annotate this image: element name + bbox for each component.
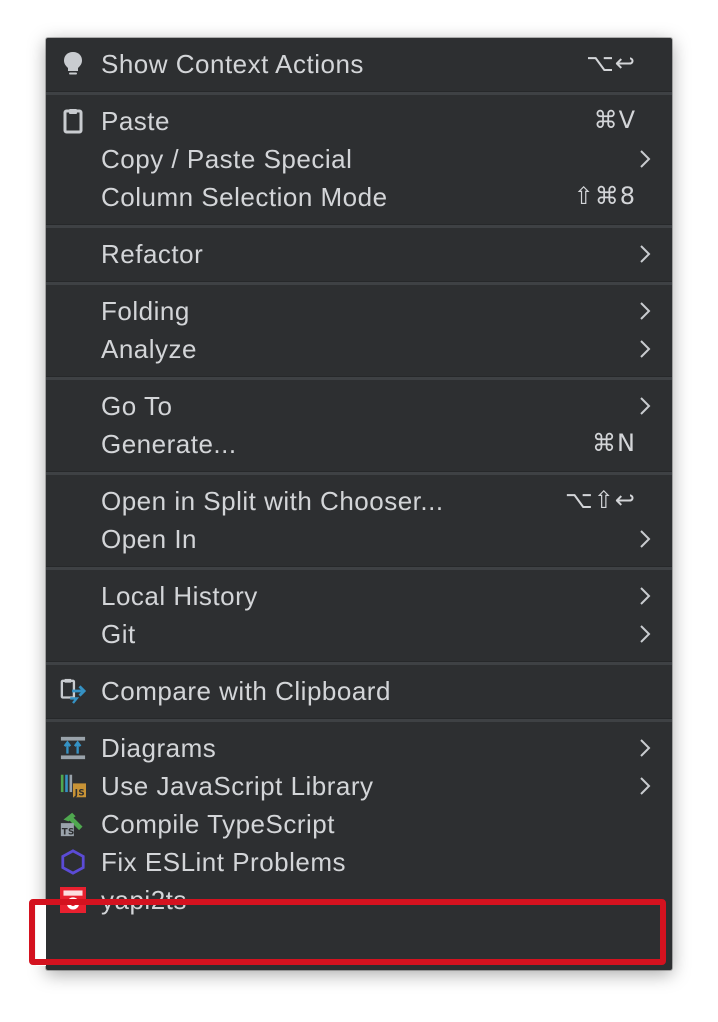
svg-text:JS: JS: [74, 789, 85, 799]
menu-item-label: Copy / Paste Special: [101, 144, 353, 174]
chevron-right-icon: [640, 340, 651, 358]
menu-section-history: Local History Git: [46, 570, 672, 661]
menu-item-label: Analyze: [101, 334, 197, 364]
menu-item-label: yapi2ts: [101, 885, 187, 915]
shortcut-label: ⌘V: [593, 106, 636, 134]
lightbulb-icon: [60, 51, 86, 77]
menu-item-label: Paste: [101, 106, 170, 136]
menu-item-generate[interactable]: Generate... ⌘N: [46, 425, 672, 463]
menu-item-label: Compile TypeScript: [101, 809, 335, 839]
shortcut-label: ⌥↩: [586, 49, 636, 77]
menu-item-refactor[interactable]: Refactor: [46, 235, 672, 273]
menu-item-folding[interactable]: Folding: [46, 292, 672, 330]
chevron-right-icon: [640, 150, 651, 168]
shortcut-label: ⇧⌘8: [573, 182, 636, 210]
menu-item-label: Open in Split with Chooser...: [101, 486, 444, 516]
menu-item-label: Refactor: [101, 239, 204, 269]
menu-item-label: Compare with Clipboard: [101, 676, 391, 706]
menu-item-open-in[interactable]: Open In: [46, 520, 672, 558]
menu-item-fix-eslint-problems[interactable]: Fix ESLint Problems: [46, 843, 672, 881]
menu-item-yapi2ts[interactable]: yapi2ts: [46, 881, 672, 919]
menu-item-label: Open In: [101, 524, 198, 554]
menu-section-goto: Go To Generate... ⌘N: [46, 380, 672, 471]
menu-item-label: Generate...: [101, 429, 237, 459]
eslint-icon: [60, 849, 86, 875]
menu-item-local-history[interactable]: Local History: [46, 577, 672, 615]
menu-section-folding: Folding Analyze: [46, 285, 672, 376]
diagram-icon: [60, 735, 86, 761]
menu-section-context: Show Context Actions ⌥↩: [46, 38, 672, 91]
chevron-right-icon: [640, 739, 651, 757]
svg-text:TS: TS: [62, 827, 75, 837]
chevron-right-icon: [640, 397, 651, 415]
menu-item-label: Folding: [101, 296, 190, 326]
shortcut-label: ⌥⇧↩: [565, 486, 636, 514]
clipboard-icon: [60, 108, 86, 134]
menu-section-plugins: Diagrams JS Use JavaScript Library TS Co…: [46, 722, 672, 919]
chevron-right-icon: [640, 587, 651, 605]
menu-item-analyze[interactable]: Analyze: [46, 330, 672, 368]
chevron-right-icon: [640, 625, 651, 643]
shortcut-label: ⌘N: [592, 429, 636, 457]
yapi-icon: [60, 887, 86, 913]
context-menu: Show Context Actions ⌥↩ Paste ⌘V Copy / …: [46, 38, 672, 970]
menu-item-label: Use JavaScript Library: [101, 771, 374, 801]
menu-section-open: Open in Split with Chooser... ⌥⇧↩ Open I…: [46, 475, 672, 566]
menu-item-open-in-split[interactable]: Open in Split with Chooser... ⌥⇧↩: [46, 482, 672, 520]
menu-item-label: Show Context Actions: [101, 49, 364, 79]
compare-clipboard-icon: [60, 678, 86, 704]
menu-item-copy-paste-special[interactable]: Copy / Paste Special: [46, 140, 672, 178]
menu-section-refactor: Refactor: [46, 228, 672, 281]
menu-section-clipboard: Paste ⌘V Copy / Paste Special Column Sel…: [46, 95, 672, 224]
chevron-right-icon: [640, 777, 651, 795]
menu-item-go-to[interactable]: Go To: [46, 387, 672, 425]
menu-item-use-javascript-library[interactable]: JS Use JavaScript Library: [46, 767, 672, 805]
menu-item-paste[interactable]: Paste ⌘V: [46, 102, 672, 140]
menu-item-show-context-actions[interactable]: Show Context Actions ⌥↩: [46, 45, 672, 83]
highlight-gap: [36, 904, 46, 966]
menu-item-label: Git: [101, 619, 136, 649]
menu-item-compile-typescript[interactable]: TS Compile TypeScript: [46, 805, 672, 843]
menu-item-compare-with-clipboard[interactable]: Compare with Clipboard: [46, 672, 672, 710]
chevron-right-icon: [640, 245, 651, 263]
menu-item-label: Go To: [101, 391, 173, 421]
menu-item-label: Column Selection Mode: [101, 182, 388, 212]
chevron-right-icon: [640, 530, 651, 548]
chevron-right-icon: [640, 302, 651, 320]
menu-item-git[interactable]: Git: [46, 615, 672, 653]
menu-item-label: Local History: [101, 581, 258, 611]
js-library-icon: JS: [60, 773, 86, 799]
menu-item-label: Fix ESLint Problems: [101, 847, 347, 877]
menu-item-column-selection-mode[interactable]: Column Selection Mode ⇧⌘8: [46, 178, 672, 216]
menu-item-diagrams[interactable]: Diagrams: [46, 729, 672, 767]
typescript-compile-icon: TS: [60, 811, 86, 837]
menu-section-compare: Compare with Clipboard: [46, 665, 672, 718]
menu-item-label: Diagrams: [101, 733, 217, 763]
